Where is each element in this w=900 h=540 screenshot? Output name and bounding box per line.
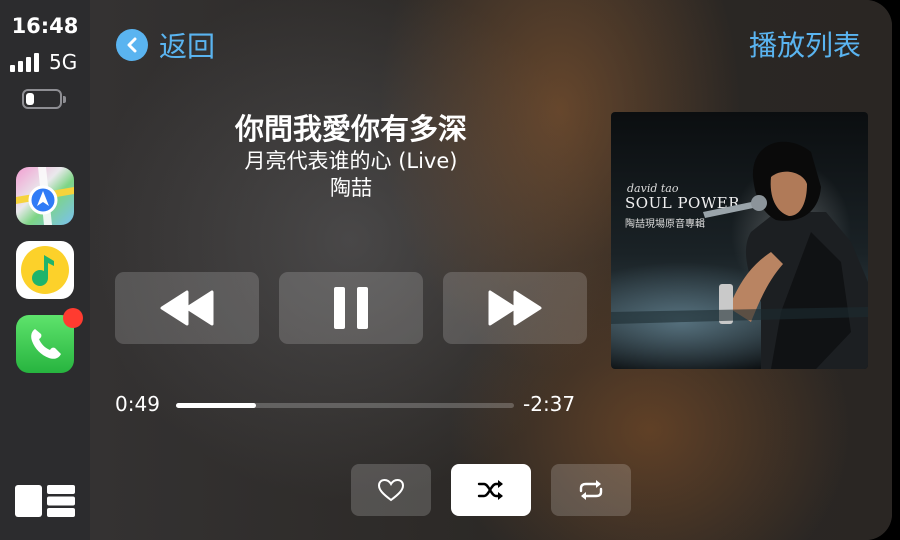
fast-forward-button[interactable] (443, 272, 587, 344)
back-label: 返回 (159, 30, 216, 63)
back-button[interactable]: 返回 (116, 27, 215, 63)
shuffle-icon (477, 480, 503, 500)
remaining-time: -2:37 (523, 392, 576, 416)
dashboard-icon[interactable] (15, 485, 75, 517)
progress-played (176, 403, 256, 408)
progress-bar[interactable] (176, 403, 514, 408)
music-app-icon[interactable] (16, 241, 74, 299)
album-name: 月亮代表谁的心 (Live) (244, 149, 458, 173)
song-info: 你問我愛你有多深 月亮代表谁的心 (Live) 陶喆 (115, 110, 587, 202)
now-playing-panel: 返回 播放列表 你問我愛你有多深 月亮代表谁的心 (Live) 陶喆 0:49 … (90, 0, 892, 540)
heart-icon (377, 478, 405, 502)
pause-icon (334, 287, 368, 329)
chevron-left-icon (116, 29, 148, 61)
network-type: 5G (49, 50, 78, 74)
artist-name: 陶喆 (330, 176, 372, 200)
playlist-button[interactable]: 播放列表 (749, 24, 861, 64)
signal-strength-icon (10, 52, 44, 72)
repeat-icon (579, 480, 603, 500)
sidebar: 16:48 5G (0, 0, 90, 540)
fast-forward-icon (488, 290, 542, 326)
singer-illustration (611, 141, 868, 369)
status-time: 16:48 (11, 14, 79, 38)
favorite-button[interactable] (351, 464, 431, 516)
shuffle-button[interactable] (451, 464, 531, 516)
battery-icon (22, 89, 66, 109)
pause-button[interactable] (279, 272, 423, 344)
rewind-icon (160, 290, 214, 326)
phone-app-icon[interactable] (16, 308, 83, 373)
carplay-screen: 16:48 5G 返回 播放列表 你問我愛你有多深 月亮代表谁的心 (Live)… (0, 0, 892, 540)
album-cover: david tao SOUL POWER 陶喆現場原音專輯 (611, 112, 868, 369)
maps-app-icon[interactable] (16, 167, 74, 225)
rewind-button[interactable] (115, 272, 259, 344)
song-title: 你問我愛你有多深 (234, 112, 467, 146)
elapsed-time: 0:49 (115, 392, 160, 416)
notification-badge (63, 308, 83, 328)
repeat-button[interactable] (551, 464, 631, 516)
